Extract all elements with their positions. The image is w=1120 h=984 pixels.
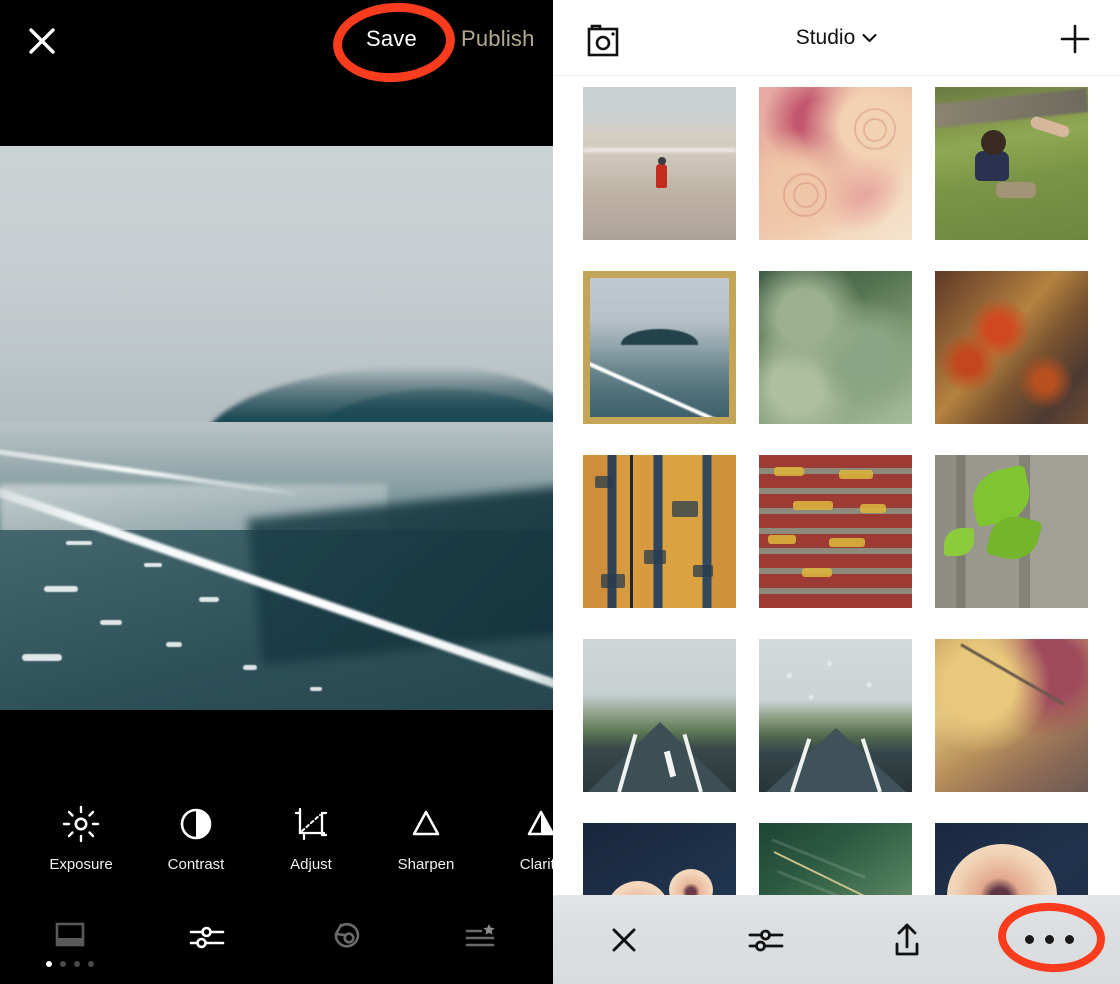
- tool-adjust[interactable]: Adjust: [256, 800, 366, 873]
- tile-artwork: [759, 271, 912, 424]
- photo-tile-green-hydrangea-leaves[interactable]: [759, 271, 912, 424]
- triangle-outline-icon: [371, 800, 481, 848]
- nav-presets[interactable]: [20, 906, 120, 968]
- tile-artwork: [583, 639, 736, 792]
- sliders-icon[interactable]: [695, 895, 837, 984]
- preview-foam-speck: [99, 619, 122, 625]
- triangle-split-icon: [486, 800, 553, 848]
- tile-artwork: [583, 87, 736, 240]
- tool-label: Sharpen: [397, 856, 455, 873]
- close-x-icon[interactable]: [553, 895, 695, 984]
- preview-foam-speck: [165, 642, 182, 648]
- save-button[interactable]: Save: [366, 26, 417, 52]
- upload-share-icon[interactable]: [837, 895, 979, 984]
- studio-library-panel: Studio: [553, 0, 1120, 984]
- page-dot: [88, 961, 94, 967]
- page-dot: [60, 961, 66, 967]
- preset-page-dots: [20, 961, 120, 967]
- close-x-icon[interactable]: [26, 25, 58, 57]
- photo-tile-ivy-leaf-on-fence[interactable]: [935, 455, 1088, 608]
- editor-bottom-nav[interactable]: [0, 906, 553, 984]
- plus-icon[interactable]: [1058, 22, 1092, 61]
- editor-top-bar: Save Publish: [0, 0, 553, 146]
- tool-sharpen[interactable]: Sharpen: [371, 800, 481, 873]
- preview-foam-speck: [199, 597, 220, 603]
- chevron-down-icon: [862, 33, 877, 43]
- preview-foam-speck: [44, 585, 79, 592]
- tile-artwork: [759, 639, 912, 792]
- tile-artwork: [759, 87, 912, 240]
- edit-tool-carousel[interactable]: Exposure Contrast Adjust Sharpen Clarit: [0, 800, 553, 900]
- tile-artwork: [935, 639, 1088, 792]
- page-dot: [46, 961, 52, 967]
- tool-label: Exposure: [49, 856, 113, 873]
- ellipsis-more-icon[interactable]: [978, 895, 1120, 984]
- tile-artwork: [590, 278, 729, 417]
- photo-tile-toddler-on-grass[interactable]: [935, 87, 1088, 240]
- photo-tile-rusted-metal-texture[interactable]: [935, 271, 1088, 424]
- preview-foam-speck: [243, 664, 258, 670]
- tile-artwork: [935, 271, 1088, 424]
- undo-circle-icon: [334, 923, 360, 948]
- nav-recipes[interactable]: [432, 906, 532, 968]
- photo-tile-peeling-paint-wall[interactable]: [583, 455, 736, 608]
- photo-tile-child-in-red-on-beach[interactable]: [583, 87, 736, 240]
- tile-artwork: [935, 87, 1088, 240]
- tool-contrast[interactable]: Contrast: [141, 800, 251, 873]
- tile-artwork: [935, 455, 1088, 608]
- photo-tile-yellow-lichen-brick[interactable]: [759, 455, 912, 608]
- more-dot: [1044, 935, 1054, 944]
- studio-title-dropdown[interactable]: Studio: [553, 26, 1120, 50]
- publish-button[interactable]: Publish: [461, 26, 535, 52]
- preview-foam-speck: [22, 653, 63, 661]
- sun-brightness-icon: [26, 800, 136, 848]
- photo-tile-peach-pink-roses[interactable]: [759, 87, 912, 240]
- screenshot-root: Save Publish Exposure Contrast Adjust Sh…: [0, 0, 1120, 984]
- tool-label: Adjust: [290, 856, 332, 873]
- library-bottom-toolbar[interactable]: [553, 895, 1120, 984]
- filmstrip-presets-icon: [55, 922, 85, 947]
- crop-rotate-icon: [256, 800, 366, 848]
- page-dot: [74, 961, 80, 967]
- library-header: Studio: [553, 0, 1120, 76]
- preview-foam-speck: [143, 563, 162, 568]
- photo-tile-foggy-country-road[interactable]: [583, 639, 736, 792]
- tool-label: Contrast: [167, 856, 225, 873]
- photo-editor-panel: Save Publish Exposure Contrast Adjust Sh…: [0, 0, 553, 984]
- photo-tile-lichen-covered-branch[interactable]: [935, 639, 1088, 792]
- preview-foam-speck: [66, 540, 93, 545]
- photo-tile-misty-seascape[interactable]: [583, 271, 736, 424]
- photo-preview-image[interactable]: [0, 146, 553, 710]
- nav-undo-history[interactable]: [297, 906, 397, 968]
- more-dot: [1064, 935, 1074, 944]
- tool-exposure[interactable]: Exposure: [26, 800, 136, 873]
- half-circle-contrast-icon: [141, 800, 251, 848]
- page-title: Studio: [795, 26, 856, 49]
- tool-label: Clarity: [519, 856, 553, 873]
- photo-tile-rainy-road-windshield[interactable]: [759, 639, 912, 792]
- nav-edit-tools[interactable]: [157, 906, 257, 968]
- tile-artwork: [759, 455, 912, 608]
- list-star-icon: [465, 924, 495, 947]
- tool-clarity[interactable]: Clarity: [486, 800, 553, 873]
- photo-grid[interactable]: [553, 77, 1120, 984]
- more-dot: [1024, 935, 1034, 944]
- sliders-icon: [189, 926, 225, 949]
- tile-artwork: [583, 455, 736, 608]
- preview-foam-speck: [309, 687, 322, 692]
